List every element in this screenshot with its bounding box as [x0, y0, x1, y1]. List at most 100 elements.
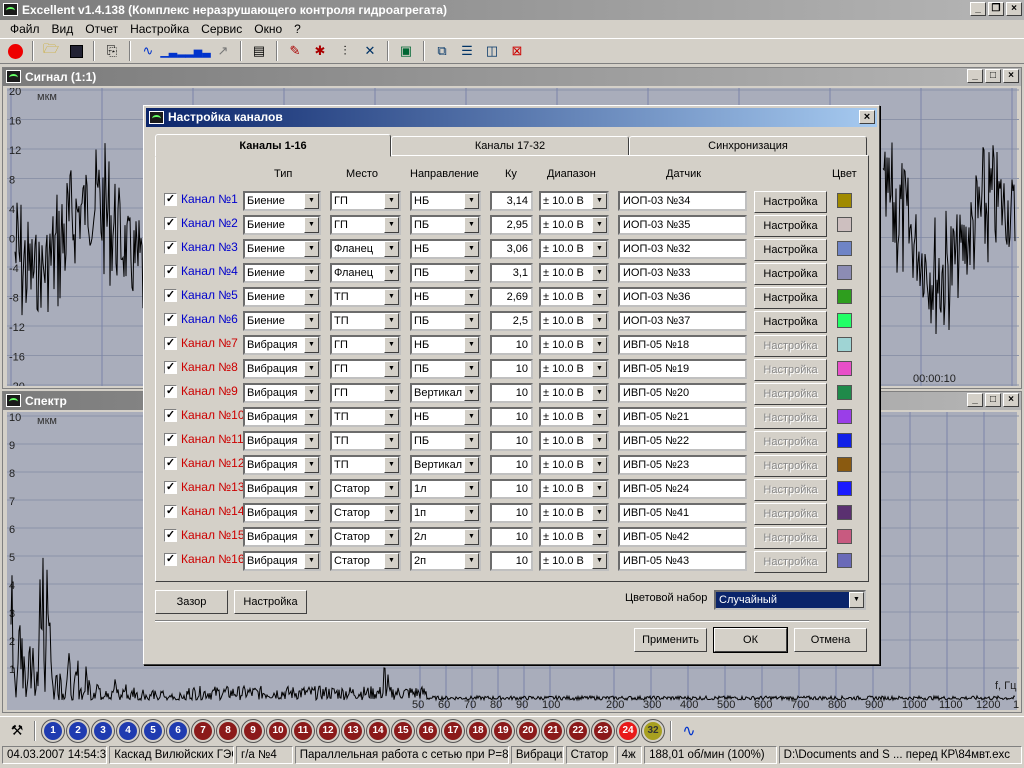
menu-report[interactable]: Отчет [79, 20, 124, 38]
restore-button[interactable]: ❐ [988, 2, 1004, 16]
channel-sensor-input[interactable]: ИОП-03 №32 [618, 239, 747, 259]
tools-button[interactable]: ✎ [284, 40, 306, 62]
cascade-button[interactable]: ⧉ [431, 40, 453, 62]
channel-direction-select[interactable]: 2п ▼ [410, 551, 481, 571]
color-set-select[interactable]: Случайный ▼ [714, 590, 866, 610]
channel-direction-select[interactable]: 1л ▼ [410, 479, 481, 499]
channel-type-select[interactable]: Вибрация ▼ [243, 407, 321, 427]
channel-place-select[interactable]: Статор ▼ [330, 503, 401, 523]
channel-button[interactable]: 20 [517, 719, 539, 742]
close-all-button[interactable]: ⊠ [506, 40, 528, 62]
channel-button[interactable]: 22 [567, 719, 589, 742]
channel-color-swatch[interactable] [837, 241, 852, 256]
channel-type-select[interactable]: Биение ▼ [243, 191, 321, 211]
channel-type-select[interactable]: Вибрация ▼ [243, 503, 321, 523]
channel-button[interactable]: 13 [342, 719, 364, 742]
channel-button[interactable]: 12 [317, 719, 339, 742]
save-button[interactable] [65, 40, 87, 62]
channel-color-swatch[interactable] [837, 217, 852, 232]
channel-button[interactable]: 1 [42, 719, 64, 742]
channel-range-select[interactable]: ± 10.0 В ▼ [539, 335, 609, 355]
channel-direction-select[interactable]: 2л ▼ [410, 527, 481, 547]
copy-button[interactable]: ⎘ [101, 40, 123, 62]
gap-button[interactable]: Зазор [155, 590, 228, 614]
channel-enabled-checkbox[interactable]: ✓ [164, 361, 177, 374]
tools-hammer-button[interactable]: ⚒ [6, 720, 28, 742]
channel-setup-button[interactable]: Настройка [754, 551, 827, 573]
channel-button[interactable]: 15 [392, 719, 414, 742]
channel-button[interactable]: 8 [217, 719, 239, 742]
histogram-button[interactable]: ▂▅▃ [185, 40, 210, 62]
channel-enabled-checkbox[interactable]: ✓ [164, 241, 177, 254]
channel-place-select[interactable]: ГП ▼ [330, 359, 401, 379]
close-button[interactable]: × [1006, 2, 1022, 16]
channel-button[interactable]: 11 [292, 719, 314, 742]
channel-color-swatch[interactable] [837, 361, 852, 376]
open-button[interactable]: 🗁 [40, 40, 62, 62]
channel-sensor-input[interactable]: ИОП-03 №35 [618, 215, 747, 235]
channel-sensor-input[interactable]: ИВП-05 №19 [618, 359, 747, 379]
channel-enabled-checkbox[interactable]: ✓ [164, 481, 177, 494]
channel-button[interactable]: 16 [417, 719, 439, 742]
channel-direction-select[interactable]: НБ ▼ [410, 407, 481, 427]
channel-type-select[interactable]: Вибрация ▼ [243, 455, 321, 475]
signal-close-button[interactable]: × [1003, 69, 1019, 83]
channel-sensor-input[interactable]: ИВП-05 №21 [618, 407, 747, 427]
channel-sensor-input[interactable]: ИОП-03 №37 [618, 311, 747, 331]
channel-range-select[interactable]: ± 10.0 В ▼ [539, 359, 609, 379]
channel-enabled-checkbox[interactable]: ✓ [164, 289, 177, 302]
channel-ky-input[interactable]: 10 [490, 335, 533, 355]
channel-color-swatch[interactable] [837, 313, 852, 328]
channel-sensor-input[interactable]: ИВП-05 №23 [618, 455, 747, 475]
channel-type-select[interactable]: Вибрация ▼ [243, 551, 321, 571]
channel-setup-button[interactable]: Настройка [754, 383, 827, 405]
channel-range-select[interactable]: ± 10.0 В ▼ [539, 239, 609, 259]
channel-place-select[interactable]: Фланец ▼ [330, 263, 401, 283]
probe-button[interactable]: ↗ [212, 40, 234, 62]
channel-range-select[interactable]: ± 10.0 В ▼ [539, 407, 609, 427]
channel-ky-input[interactable]: 10 [490, 503, 533, 523]
channel-sensor-input[interactable]: ИОП-03 №33 [618, 263, 747, 283]
channel-place-select[interactable]: ГП ▼ [330, 215, 401, 235]
channel-enabled-checkbox[interactable]: ✓ [164, 457, 177, 470]
channel-sensor-input[interactable]: ИВП-05 №22 [618, 431, 747, 451]
channel-ky-input[interactable]: 10 [490, 479, 533, 499]
properties-button[interactable]: ▤ [248, 40, 270, 62]
channel-type-select[interactable]: Вибрация ▼ [243, 431, 321, 451]
channel-type-select[interactable]: Вибрация ▼ [243, 479, 321, 499]
channel-ky-input[interactable]: 10 [490, 455, 533, 475]
signal-maximize-button[interactable]: □ [985, 69, 1001, 83]
channel-type-select[interactable]: Биение ▼ [243, 287, 321, 307]
channel-button[interactable]: 19 [492, 719, 514, 742]
channel-type-select[interactable]: Биение ▼ [243, 239, 321, 259]
channel-color-swatch[interactable] [837, 433, 852, 448]
adjust-button[interactable]: ⫶ [334, 40, 356, 62]
channel-color-swatch[interactable] [837, 409, 852, 424]
channel-setup-button[interactable]: Настройка [754, 407, 827, 429]
tab-sync[interactable]: Синхронизация [629, 136, 867, 156]
tab-channels-1-16[interactable]: Каналы 1-16 [155, 134, 391, 157]
channel-setup-button[interactable]: Настройка [754, 455, 827, 477]
menu-settings[interactable]: Настройка [124, 20, 195, 38]
record-button[interactable] [4, 40, 26, 62]
channel-enabled-checkbox[interactable]: ✓ [164, 193, 177, 206]
channel-sensor-input[interactable]: ИОП-03 №34 [618, 191, 747, 211]
tile-vertical-button[interactable]: ◫ [481, 40, 503, 62]
spectrum-maximize-button[interactable]: □ [985, 393, 1001, 407]
minimize-button[interactable]: _ [970, 2, 986, 16]
channel-button[interactable]: 10 [267, 719, 289, 742]
channel-color-swatch[interactable] [837, 553, 852, 568]
channel-sensor-input[interactable]: ИВП-05 №20 [618, 383, 747, 403]
channel-sensor-input[interactable]: ИВП-05 №43 [618, 551, 747, 571]
channel-type-select[interactable]: Вибрация ▼ [243, 383, 321, 403]
channel-button[interactable]: 7 [192, 719, 214, 742]
channel-place-select[interactable]: ТП ▼ [330, 287, 401, 307]
channel-direction-select[interactable]: ПБ ▼ [410, 431, 481, 451]
channel-enabled-checkbox[interactable]: ✓ [164, 553, 177, 566]
channel-enabled-checkbox[interactable]: ✓ [164, 217, 177, 230]
channel-button[interactable]: 2 [67, 719, 89, 742]
channel-button[interactable]: 23 [592, 719, 614, 742]
channel-place-select[interactable]: ТП ▼ [330, 407, 401, 427]
channel-setup-button[interactable]: Настройка [754, 335, 827, 357]
menu-file[interactable]: Файл [4, 20, 46, 38]
